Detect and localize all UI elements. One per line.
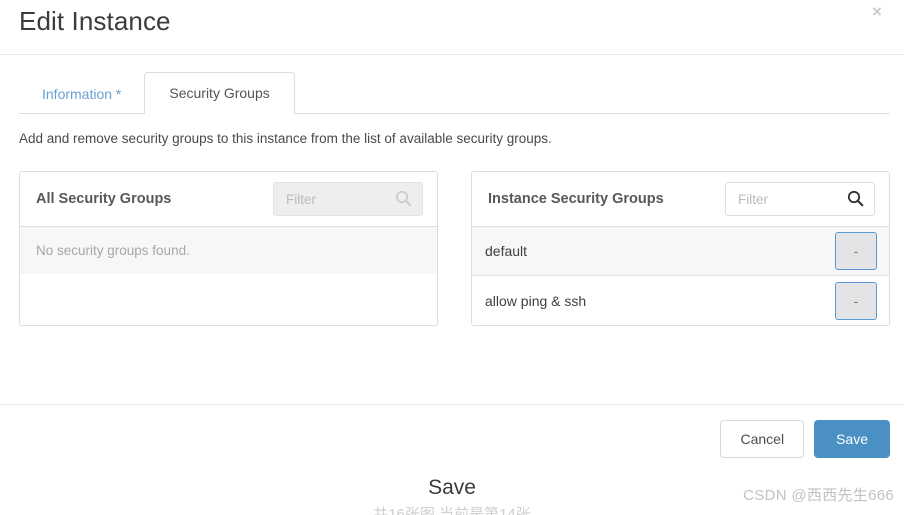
instance-filter-input[interactable]: [726, 183, 844, 215]
dialog-header: Edit Instance ×: [0, 0, 904, 55]
page-title: Edit Instance: [19, 6, 171, 36]
edit-instance-dialog: Edit Instance × Information * Security G…: [0, 0, 904, 470]
table-row[interactable]: allow ping & ssh -: [472, 276, 889, 325]
instance-security-groups-panel: Instance Security Groups default -: [471, 171, 890, 326]
security-group-name: default: [485, 243, 528, 259]
security-group-panels: All Security Groups No security groups f…: [0, 171, 904, 326]
cancel-button[interactable]: Cancel: [720, 420, 805, 458]
tab-security-groups[interactable]: Security Groups: [144, 72, 295, 115]
tab-information[interactable]: Information *: [19, 74, 144, 114]
search-icon: [847, 190, 864, 207]
footer-actions: Cancel Save: [720, 420, 890, 458]
remove-security-group-button[interactable]: -: [835, 281, 877, 320]
all-filter-input[interactable]: [274, 183, 392, 215]
security-group-name: allow ping & ssh: [485, 292, 587, 309]
all-panel-header: All Security Groups: [20, 172, 437, 227]
instance-panel-body: default - allow ping & ssh -: [472, 227, 889, 325]
instance-filter-box[interactable]: [725, 182, 875, 216]
all-panel-title: All Security Groups: [36, 191, 172, 207]
search-icon: [395, 190, 412, 207]
save-button[interactable]: Save: [814, 420, 890, 458]
close-icon[interactable]: ×: [866, 1, 888, 23]
instance-panel-title: Instance Security Groups: [488, 191, 664, 207]
instance-panel-header: Instance Security Groups: [472, 172, 889, 227]
all-security-groups-panel: All Security Groups No security groups f…: [19, 171, 438, 326]
dialog-footer: Cancel Save: [0, 404, 904, 470]
all-panel-body: No security groups found.: [20, 227, 437, 274]
all-empty-state: No security groups found.: [20, 227, 437, 274]
remove-security-group-button[interactable]: -: [835, 232, 877, 270]
panel-description: Add and remove security groups to this i…: [19, 131, 552, 146]
table-row[interactable]: default -: [472, 227, 889, 276]
watermark: CSDN @西西先生666: [743, 487, 894, 504]
all-filter-box[interactable]: [273, 182, 423, 216]
tab-bar: Information * Security Groups: [0, 55, 904, 115]
